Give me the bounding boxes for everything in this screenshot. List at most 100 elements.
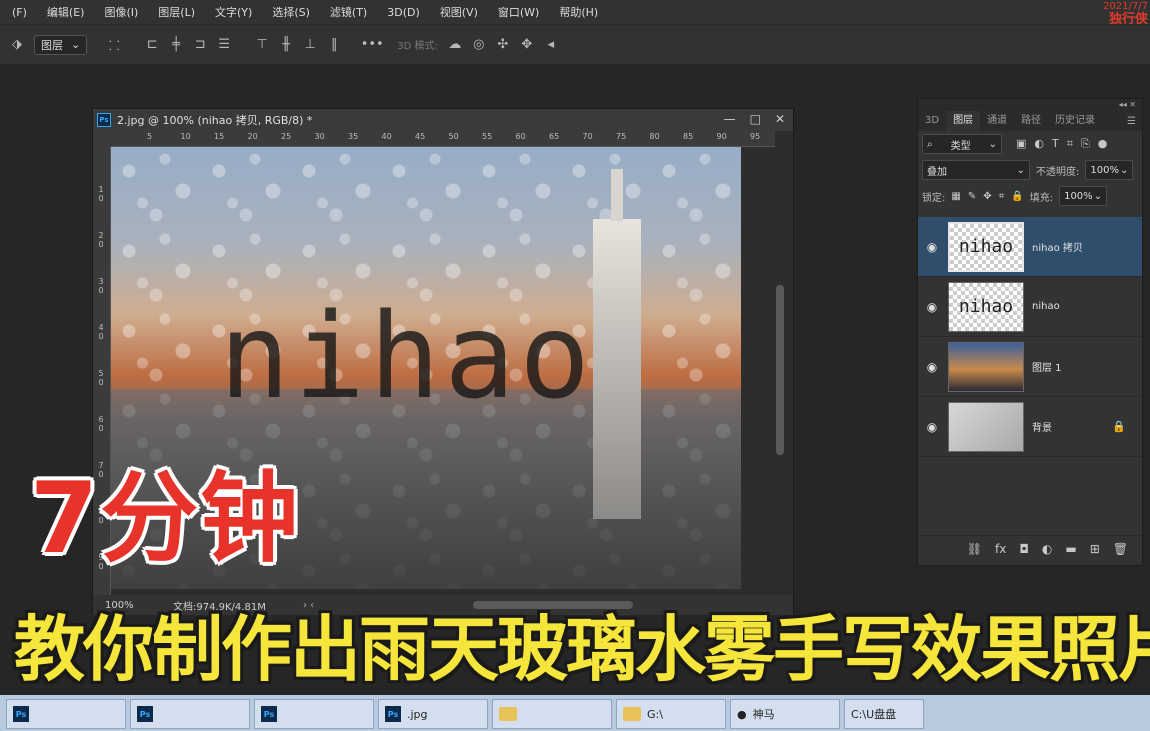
type-filter-icon[interactable]: T [1052,137,1059,151]
menu-window[interactable]: 窗口(W) [488,4,549,20]
blend-mode-select[interactable]: 叠加 ⌄ [922,160,1030,180]
auto-select-value: 图层 [41,38,63,52]
handwritten-text: nihao [219,287,595,425]
lock-position-icon[interactable]: ✥ [983,191,991,202]
taskbar-item[interactable]: Ps [6,699,126,729]
3d-drag-icon[interactable]: ✣ [492,34,514,56]
transform-controls-icon[interactable]: ⸬ [103,34,125,56]
maximize-icon[interactable]: □ [750,112,761,126]
layers-panel-footer: ⛓ fx ◘ ◐ ▬ ⊞ 🗑 [918,535,1142,561]
layer-row[interactable]: ◉ nihao nihao [918,277,1142,337]
ruler-number: 45 [415,132,426,141]
menu-help[interactable]: 帮助(H) [549,4,608,20]
taskbar-item[interactable]: Ps [130,699,250,729]
trash-icon[interactable]: 🗑 [1113,542,1128,556]
tab-layers[interactable]: 图层 [946,111,981,131]
menu-3d[interactable]: 3D(D) [377,6,430,19]
lock-artboard-icon[interactable]: ⌗ [999,191,1005,202]
minimize-icon[interactable]: — [724,112,736,126]
new-group-icon[interactable]: ▬ [1065,542,1076,556]
menu-select[interactable]: 选择(S) [262,4,320,20]
taskbar-item[interactable] [492,699,612,729]
align-middle-v-icon[interactable]: ╫ [275,34,297,56]
eye-icon[interactable]: ◉ [918,360,946,374]
align-left-icon[interactable]: ⊏ [141,34,163,56]
move-tool-icon[interactable]: ⬗ [6,34,28,56]
caption-duration: 7分钟 [30,462,301,576]
taskbar-item[interactable]: Ps .jpg [378,699,488,729]
tab-paths[interactable]: 路径 [1014,111,1048,131]
fx-icon[interactable]: fx [995,542,1006,556]
layers-list: ◉ nihao nihao 拷贝 ◉ nihao nihao ◉ 图层 1 ◉ … [918,217,1142,457]
distribute-icon[interactable]: ☰ [213,34,235,56]
fill-field[interactable]: 100% ⌄ [1059,186,1108,206]
3d-rotate-icon[interactable]: ☁ [444,34,466,56]
filter-kind-select[interactable]: ⌕ 类型 ⌄ [922,134,1002,154]
filter-toggle-icon[interactable]: ● [1098,137,1108,151]
menu-type[interactable]: 文字(Y) [205,4,262,20]
lock-transparent-icon[interactable]: ▦ [951,191,960,202]
shape-filter-icon[interactable]: ⌗ [1067,137,1073,151]
3d-slide-icon[interactable]: ✥ [516,34,538,56]
smart-object-filter-icon[interactable]: ⎘ [1081,137,1090,151]
layer-name[interactable]: nihao 拷贝 [1032,239,1083,254]
layer-name[interactable]: nihao [1032,301,1060,312]
taskbar-item[interactable]: C:\U盘盘 [844,699,924,729]
layer-name[interactable]: 背景 [1032,419,1052,434]
more-options-icon[interactable]: ••• [361,34,384,56]
layer-row[interactable]: ◉ 背景 🔒 [918,397,1142,457]
layer-row[interactable]: ◉ 图层 1 [918,337,1142,397]
vertical-scrollbar[interactable] [773,147,787,595]
tab-3d[interactable]: 3D [918,111,946,131]
taskbar-item[interactable]: Ps [254,699,374,729]
menu-edit[interactable]: 编辑(E) [37,4,95,20]
app-icon: ● [737,707,747,721]
layer-row[interactable]: ◉ nihao nihao 拷贝 [918,217,1142,277]
distribute-v-icon[interactable]: ‖ [323,34,345,56]
adjustment-filter-icon[interactable]: ◐ [1034,137,1044,151]
auto-select-dropdown[interactable]: 图层 ⌄ [34,34,88,55]
ruler-number: 55 [482,132,493,141]
eye-icon[interactable]: ◉ [918,300,946,314]
align-center-h-icon[interactable]: ╪ [165,34,187,56]
chevron-down-icon: ⌄ [71,38,81,51]
new-layer-icon[interactable]: ⊞ [1090,542,1100,556]
menu-file[interactable]: (F) [2,6,37,19]
align-top-icon[interactable]: ⊤ [251,34,273,56]
lock-all-icon[interactable]: 🔒 [1011,191,1023,202]
panel-collapse-icon[interactable]: ◂◂ ✕ [918,99,1142,111]
layer-name[interactable]: 图层 1 [1032,359,1062,374]
close-icon[interactable]: ✕ [775,112,785,126]
document-title: 2.jpg @ 100% (nihao 拷贝, RGB/8) * [117,114,313,127]
3d-roll-icon[interactable]: ◎ [468,34,490,56]
folder-icon [499,707,517,721]
vertical-scroll-thumb[interactable] [776,285,784,455]
taskbar-item[interactable]: G:\ [616,699,726,729]
document-tab[interactable]: Ps 2.jpg @ 100% (nihao 拷贝, RGB/8) * — □ … [93,109,793,131]
align-bottom-icon[interactable]: ⊥ [299,34,321,56]
lock-paint-icon[interactable]: ✎ [968,191,976,202]
menu-view[interactable]: 视图(V) [430,4,488,20]
menu-image[interactable]: 图像(I) [94,4,148,20]
ruler-number: 10 [180,132,191,141]
taskbar-label: 神马 [752,708,775,721]
menu-layer[interactable]: 图层(L) [148,4,205,20]
panel-menu-icon[interactable]: ☰ [1127,116,1136,127]
pixel-filter-icon[interactable]: ▣ [1016,137,1026,151]
align-right-icon[interactable]: ⊐ [189,34,211,56]
opacity-field[interactable]: 100% ⌄ [1085,160,1134,180]
add-mask-icon[interactable]: ◘ [1019,542,1029,556]
options-bar: ⬗ 图层 ⌄ ⸬ ⊏ ╪ ⊐ ☰ ⊤ ╫ ⊥ ‖ ••• 3D 模式: ☁ ◎ … [0,24,1150,64]
tab-history[interactable]: 历史记录 [1048,111,1102,131]
ruler-number: 70 [582,132,593,141]
adjustment-layer-icon[interactable]: ◐ [1042,542,1052,556]
link-layers-icon[interactable]: ⛓ [967,542,982,556]
taskbar-item[interactable]: ● 神马 [730,699,840,729]
window-controls: — □ ✕ [724,112,785,126]
tab-channels[interactable]: 通道 [980,111,1014,131]
3d-camera-icon[interactable]: ◂ [540,34,562,56]
eye-icon[interactable]: ◉ [918,420,946,434]
photoshop-icon: Ps [137,706,153,722]
eye-icon[interactable]: ◉ [918,240,946,254]
menu-filter[interactable]: 滤镜(T) [320,4,377,20]
